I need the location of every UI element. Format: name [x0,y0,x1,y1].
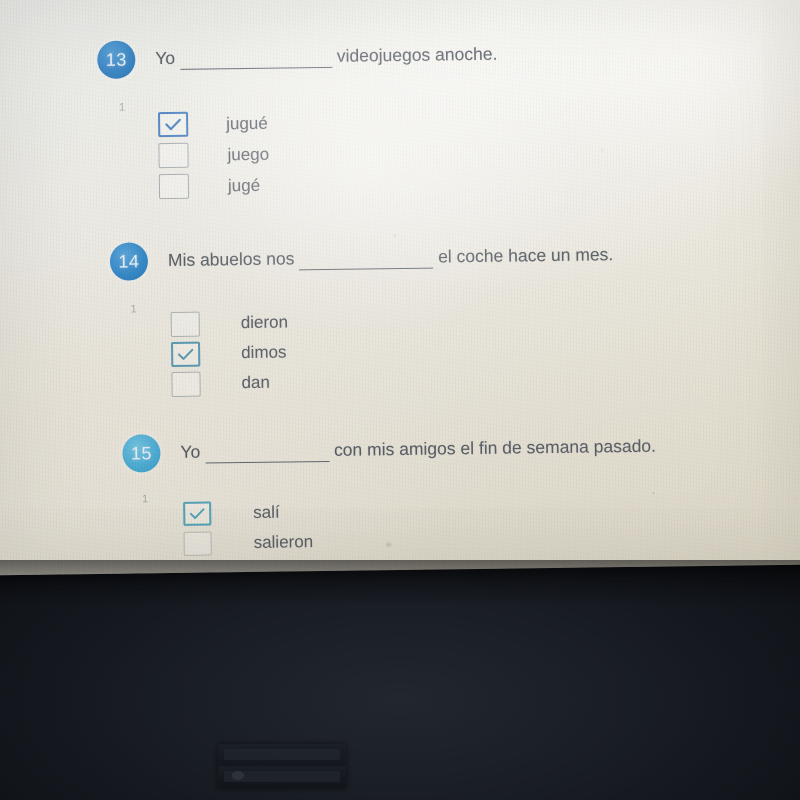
checkbox-juego[interactable] [158,142,189,169]
question-13-number-badge: 13 [97,40,136,79]
laptop-keyboard-area [218,744,346,788]
screen-speck [651,491,656,495]
question-13-header: 13 Yo videojuegos anoche. 1 [0,31,800,114]
question-15-text-after: con mis amigos el fin de semana pasado. [333,435,657,460]
question-14-text: Mis abuelos nos el coche hace un mes. [168,244,614,272]
question-15-number: 15 [130,442,153,464]
screen-speck [385,542,392,548]
check-icon [189,508,205,519]
question-13-text-after: videojuegos anoche. [336,43,498,66]
question-14-number-badge: 14 [109,242,149,281]
check-icon [177,348,194,360]
checkbox-dieron[interactable] [170,311,200,337]
checkbox-jugue[interactable] [157,111,189,138]
question-14-options: dieron dimos dan [170,307,289,399]
option-label-juego: juego [227,144,270,164]
laptop-hinge-shadow [0,560,800,606]
question-13-text: Yo videojuegos anoche. [155,44,497,70]
option-sali[interactable]: salí [183,497,313,529]
checkbox-dimos[interactable] [170,341,201,367]
question-15-blank [204,439,330,464]
screen-speck [393,234,397,238]
question-15-header: 15 Yo con mis amigos el fin de semana pa… [0,425,800,505]
laptop-keyboard-detail [232,771,244,780]
option-dieron[interactable]: dieron [170,307,289,339]
question-14-text-after: el coche hace un mes. [437,244,614,267]
option-label-jugue: jugué [226,113,268,133]
option-label-juge: jugé [227,175,261,195]
option-label-salieron: salieron [253,532,314,552]
laptop-screen: 13 Yo videojuegos anoche. 1 jugué juego … [0,0,800,576]
question-14: 14 Mis abuelos nos el coche hace un mes.… [0,233,800,397]
laptop-body: 13 Yo videojuegos anoche. 1 jugué juego … [0,0,800,800]
question-14-header: 14 Mis abuelos nos el coche hace un mes.… [0,233,800,316]
question-14-text-before: Mis abuelos nos [167,248,295,271]
check-icon [165,118,181,131]
quiz-content: 13 Yo videojuegos anoche. 1 jugué juego … [0,0,800,575]
question-13-text-before: Yo [155,47,176,69]
option-label-dan: dan [241,372,271,393]
checkbox-salieron[interactable] [183,531,212,556]
question-13-blank [179,45,333,70]
option-jugue[interactable]: jugué [157,108,269,140]
question-15-text: Yo con mis amigos el fin de semana pasad… [180,436,656,464]
question-15: 15 Yo con mis amigos el fin de semana pa… [0,425,800,556]
option-label-dieron: dieron [240,312,289,333]
screen-speck [600,149,604,152]
question-13-options: jugué juego jugé [157,108,270,202]
question-15-number-badge: 15 [122,434,161,473]
question-15-text-before: Yo [180,441,201,462]
option-label-dimos: dimos [241,342,287,363]
question-13: 13 Yo videojuegos anoche. 1 jugué juego … [0,31,800,200]
question-14-points: 1 [130,303,137,316]
option-dan[interactable]: dan [171,367,289,399]
question-15-points: 1 [141,493,149,506]
question-13-number: 13 [105,49,127,70]
option-dimos[interactable]: dimos [170,337,289,369]
option-juego[interactable]: juego [158,139,269,171]
option-label-sali: salí [253,502,280,522]
option-juge[interactable]: jugé [158,170,270,202]
checkbox-sali[interactable] [183,501,212,526]
checkbox-dan[interactable] [171,371,201,397]
question-14-blank [299,246,434,271]
option-salieron[interactable]: salieron [183,527,313,559]
question-15-options: salí salieron [183,497,313,559]
question-14-number: 14 [118,250,140,272]
question-13-points: 1 [118,101,126,114]
checkbox-juge[interactable] [158,173,190,200]
